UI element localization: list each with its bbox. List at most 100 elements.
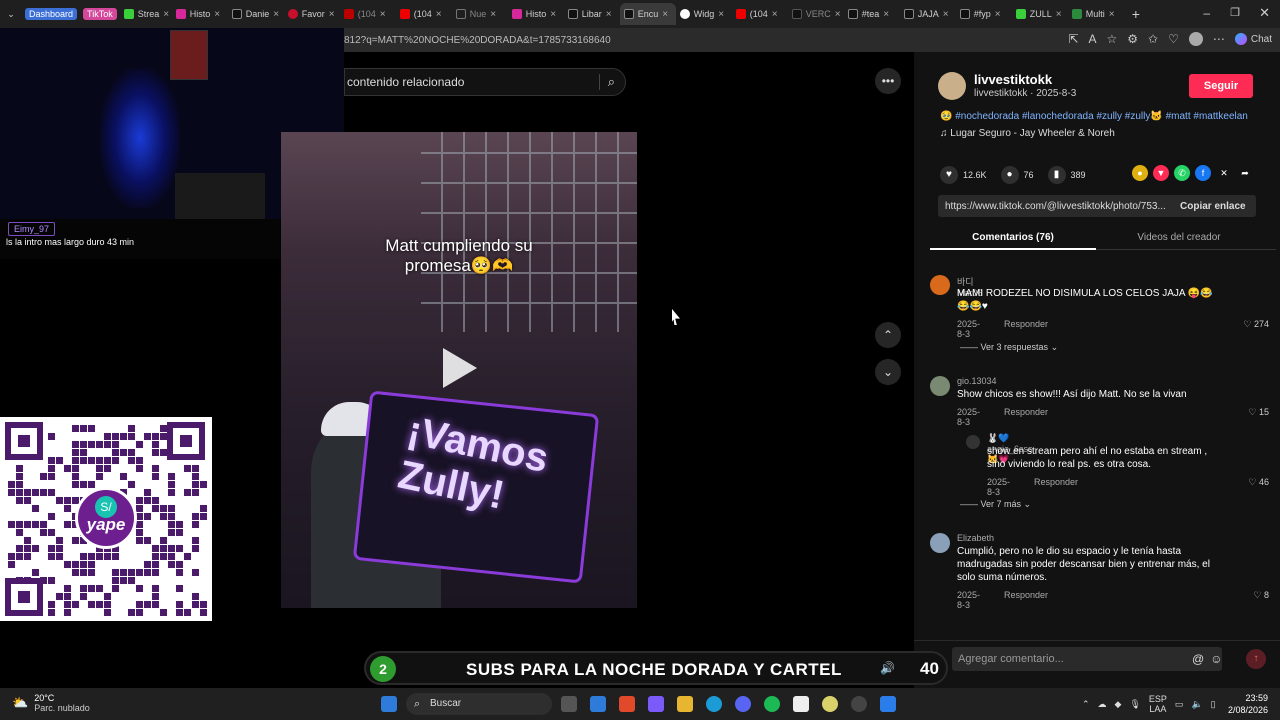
speaker-icon[interactable]: 🔊 xyxy=(880,661,895,675)
battery-icon[interactable]: ▯ xyxy=(1211,699,1216,710)
play-icon[interactable] xyxy=(443,348,477,388)
search-icon[interactable]: ⌕ xyxy=(598,74,615,90)
repost-icon[interactable]: ▼ xyxy=(1153,165,1169,181)
browser-tab[interactable]: (104 × xyxy=(340,3,396,25)
browser-tab[interactable]: Multi × xyxy=(1068,3,1128,25)
emoji-icon[interactable]: ☺ xyxy=(1210,652,1222,666)
discord-icon[interactable] xyxy=(735,696,751,712)
app-icon[interactable] xyxy=(880,696,896,712)
browser-tab[interactable]: Libar × xyxy=(564,3,620,25)
commenter-name[interactable]: gio.13034 xyxy=(957,376,997,386)
settings-icon[interactable] xyxy=(851,696,867,712)
facebook-icon[interactable]: f xyxy=(1195,165,1211,181)
taskbar-clock[interactable]: 23:59 2/08/2026 xyxy=(1228,692,1268,716)
close-tab-icon[interactable]: × xyxy=(772,9,778,20)
comment-likes[interactable]: ♡ 274 xyxy=(1239,319,1269,330)
app-tray-icon[interactable]: ◆ xyxy=(1115,699,1122,710)
close-tab-icon[interactable]: × xyxy=(835,9,841,20)
comment-input[interactable]: Agregar comentario... xyxy=(952,647,1222,671)
monitor-icon[interactable]: ▭ xyxy=(1175,699,1184,710)
edge-icon[interactable] xyxy=(706,696,722,712)
next-video-icon[interactable]: ⌄ xyxy=(875,359,901,385)
close-tab-icon[interactable]: × xyxy=(943,9,949,20)
new-tab-button[interactable]: + xyxy=(1128,3,1148,25)
close-tab-icon[interactable]: × xyxy=(606,9,612,20)
widgets-icon[interactable] xyxy=(590,696,606,712)
office-icon[interactable] xyxy=(619,696,635,712)
browser-tab[interactable]: Nue × xyxy=(452,3,508,25)
copilot-chat-button[interactable]: Chat xyxy=(1234,33,1272,45)
view-more-button[interactable]: —— Ver 7 más ⌄ xyxy=(960,499,1031,510)
commenter-name[interactable]: Elizabeth xyxy=(957,533,994,543)
close-tab-icon[interactable]: × xyxy=(662,9,668,20)
save-stat[interactable]: ▮ 389 xyxy=(1047,166,1086,184)
comment-likes[interactable]: ♡ 8 xyxy=(1239,590,1269,601)
browser-tab[interactable]: VERC × xyxy=(788,3,844,25)
close-tab-icon[interactable]: × xyxy=(214,9,220,20)
follow-button[interactable]: Seguir xyxy=(1189,74,1253,98)
related-search-box[interactable]: contenido relacionado ⌕ xyxy=(344,68,626,96)
like-stat[interactable]: ♥ 12.6K xyxy=(940,166,987,184)
open-app-icon[interactable]: ⇱ xyxy=(1068,32,1078,46)
comment-stat[interactable]: ● 76 xyxy=(1000,166,1034,184)
chevron-up-icon[interactable]: ⌃ xyxy=(1082,699,1090,710)
browser-tab[interactable]: #fyp × xyxy=(956,3,1012,25)
copilot-app-icon[interactable] xyxy=(648,696,664,712)
reply-button[interactable]: Responder xyxy=(1004,590,1048,600)
mention-icon[interactable]: @ xyxy=(1192,652,1204,666)
previous-video-icon[interactable]: ⌃ xyxy=(875,322,901,348)
author-avatar[interactable] xyxy=(938,72,966,100)
browser-tab[interactable]: ZULL × xyxy=(1012,3,1068,25)
restore-icon[interactable]: ❐ xyxy=(1230,6,1240,19)
browser-tab[interactable]: Danie × xyxy=(228,3,284,25)
minimize-icon[interactable]: – xyxy=(1203,6,1210,20)
volume-icon[interactable]: 🔈 xyxy=(1191,699,1202,710)
tab-list-button[interactable]: ⌄ xyxy=(0,3,22,25)
reply-button[interactable]: Responder xyxy=(1004,407,1048,417)
tab-group-dashboard[interactable]: Dashboard xyxy=(25,8,78,20)
close-tab-icon[interactable]: × xyxy=(1109,9,1115,20)
close-tab-icon[interactable]: × xyxy=(718,9,724,20)
file-explorer-icon[interactable] xyxy=(677,696,693,712)
search-text[interactable]: contenido relacionado xyxy=(347,75,464,89)
tiktok-video[interactable]: ¡Vamos Zully! Matt cumpliendo su promesa🥺… xyxy=(281,132,637,608)
microphone-icon[interactable]: 🎙 xyxy=(1129,699,1140,710)
close-tab-icon[interactable]: × xyxy=(273,9,279,20)
coin-icon[interactable]: ● xyxy=(1132,165,1148,181)
language-indicator[interactable]: ESP LAA xyxy=(1149,694,1167,714)
browser-tab[interactable]: Widg × xyxy=(676,3,732,25)
tab-group-tiktok[interactable]: TikTok xyxy=(83,8,117,20)
close-tab-icon[interactable]: × xyxy=(380,9,386,20)
replier-avatar[interactable] xyxy=(966,435,980,449)
browser-tab[interactable]: Histo × xyxy=(508,3,564,25)
url-text[interactable]: 812?q=MATT%20NOCHE%20DORADA&t=1785733168… xyxy=(344,35,611,46)
browser-tab[interactable]: #tea × xyxy=(844,3,900,25)
close-tab-icon[interactable]: × xyxy=(995,9,1001,20)
tab-creator-videos[interactable]: Videos del creador xyxy=(1096,232,1262,243)
close-tab-icon[interactable]: × xyxy=(436,9,442,20)
more-options-icon[interactable]: ••• xyxy=(875,68,901,94)
reply-button[interactable]: Responder xyxy=(1034,477,1078,487)
heart-pulse-icon[interactable]: ♡ xyxy=(1168,32,1179,46)
browser-tab[interactable]: Favor × xyxy=(284,3,340,25)
taskbar-search[interactable]: ⌕ Buscar xyxy=(406,693,552,715)
view-replies-button[interactable]: —— Ver 3 respuestas ⌄ xyxy=(960,342,1058,353)
close-tab-icon[interactable]: × xyxy=(1056,9,1062,20)
favorites-icon[interactable]: ✩ xyxy=(1148,32,1158,46)
close-tab-icon[interactable]: × xyxy=(883,9,889,20)
browser-tab[interactable]: JAJA × xyxy=(900,3,956,25)
close-tab-icon[interactable]: × xyxy=(490,9,496,20)
close-tab-icon[interactable]: × xyxy=(329,9,335,20)
more-menu-icon[interactable]: ⋯ xyxy=(1213,32,1225,46)
author-username[interactable]: livvestiktokk xyxy=(974,72,1052,87)
comment-likes[interactable]: ♡ 46 xyxy=(1239,477,1269,488)
share-link[interactable]: https://www.tiktok.com/@livvestiktokk/ph… xyxy=(938,201,1172,212)
post-hashtags[interactable]: 🥹 #nochedorada #lanochedorada #zully #zu… xyxy=(940,111,1248,122)
reply-button[interactable]: Responder xyxy=(1004,319,1048,329)
browser-tab[interactable]: Histo × xyxy=(172,3,228,25)
commenter-avatar[interactable] xyxy=(930,376,950,396)
close-tab-icon[interactable]: × xyxy=(550,9,556,20)
browser-tab[interactable]: Strea × xyxy=(120,3,172,25)
address-bar[interactable]: 812?q=MATT%20NOCHE%20DORADA&t=1785733168… xyxy=(344,28,1280,52)
weather-widget[interactable]: ⛅ 20°C Parc. nublado xyxy=(12,693,90,713)
